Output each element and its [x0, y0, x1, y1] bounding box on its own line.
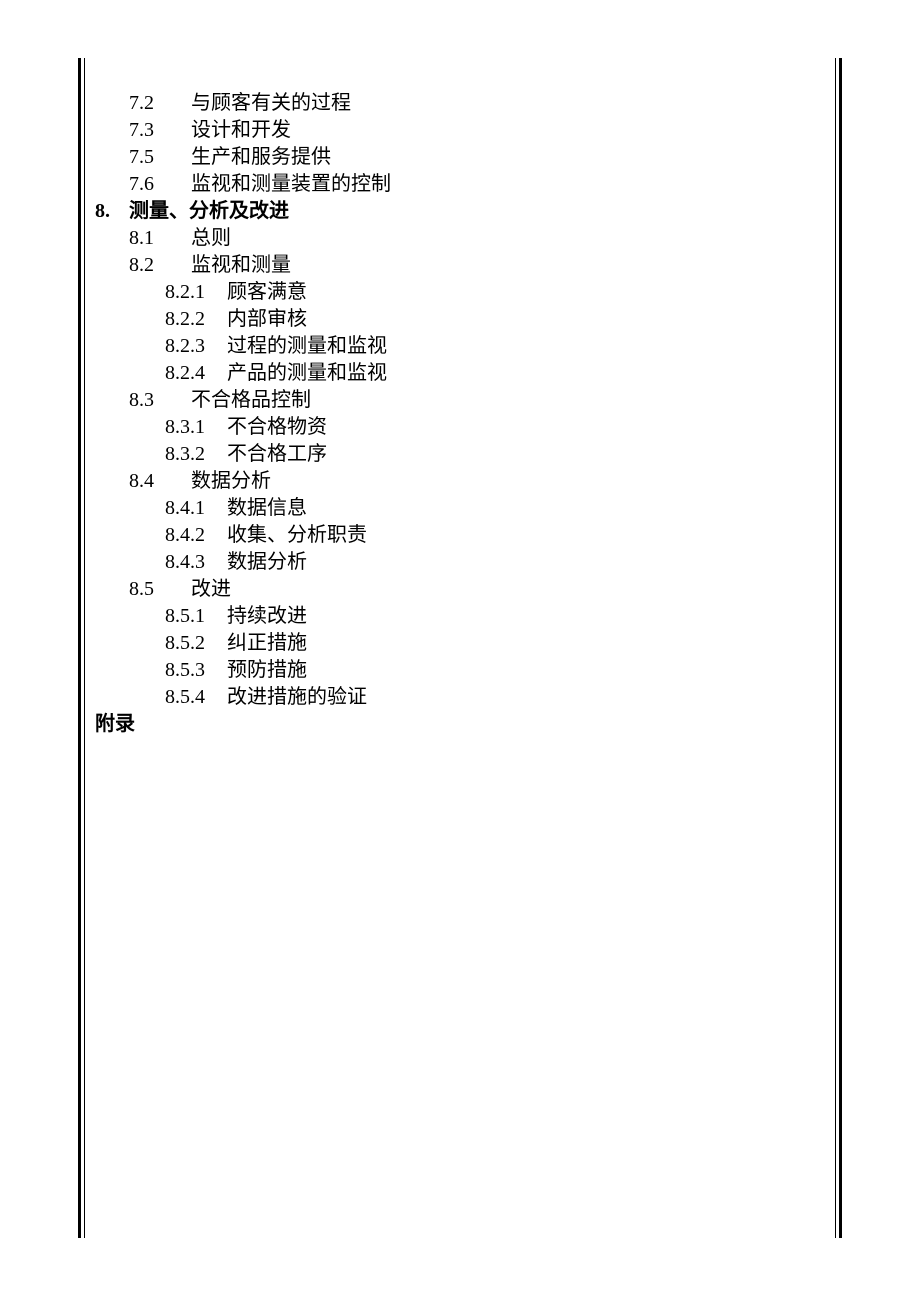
- toc-num: 8.4.1: [165, 495, 227, 522]
- toc-title: 数据分析: [227, 551, 307, 573]
- toc-subitem: 8.3.1不合格物资: [93, 414, 835, 441]
- toc-item: 8.3不合格品控制: [93, 387, 835, 414]
- toc-title: 纠正措施: [227, 632, 307, 654]
- toc-subitem: 8.5.3预防措施: [93, 657, 835, 684]
- toc-num: 7.6: [129, 171, 191, 198]
- toc-title: 附录: [95, 713, 135, 735]
- toc-num: 8.5.4: [165, 684, 227, 711]
- toc-title: 过程的测量和监视: [227, 335, 387, 357]
- toc-num: 8.4.3: [165, 549, 227, 576]
- toc-subitem: 8.2.2内部审核: [93, 306, 835, 333]
- toc-title: 不合格品控制: [191, 389, 311, 411]
- toc-subitem: 8.5.4改进措施的验证: [93, 684, 835, 711]
- toc-item: 8.5改进: [93, 576, 835, 603]
- toc-num: 8.1: [129, 225, 191, 252]
- toc-num: 8.5.2: [165, 630, 227, 657]
- toc-title: 测量、分析及改进: [129, 200, 289, 222]
- toc-num: 7.3: [129, 117, 191, 144]
- toc-title: 与顾客有关的过程: [191, 92, 351, 114]
- toc-title: 设计和开发: [191, 119, 291, 141]
- toc-item: 7.5生产和服务提供: [93, 144, 835, 171]
- toc-subitem: 8.2.4产品的测量和监视: [93, 360, 835, 387]
- toc-item: 7.2与顾客有关的过程: [93, 90, 835, 117]
- toc-subitem: 8.4.2收集、分析职责: [93, 522, 835, 549]
- toc-title: 监视和测量: [191, 254, 291, 276]
- toc-subitem: 8.2.3过程的测量和监视: [93, 333, 835, 360]
- toc-title: 监视和测量装置的控制: [191, 173, 391, 195]
- toc-title: 收集、分析职责: [227, 524, 367, 546]
- toc-num: 8.3: [129, 387, 191, 414]
- toc-item: 7.3设计和开发: [93, 117, 835, 144]
- toc-title: 内部审核: [227, 308, 307, 330]
- toc-title: 数据信息: [227, 497, 307, 519]
- toc-num: 8.5: [129, 576, 191, 603]
- toc-num: 8.2.1: [165, 279, 227, 306]
- toc-subitem: 8.3.2不合格工序: [93, 441, 835, 468]
- toc-title: 数据分析: [191, 470, 271, 492]
- toc-num: 8.: [95, 198, 129, 225]
- toc-appendix: 附录: [93, 711, 835, 738]
- toc-num: 8.3.1: [165, 414, 227, 441]
- page-border-inner: 7.2与顾客有关的过程 7.3设计和开发 7.5生产和服务提供 7.6监视和测量…: [84, 58, 836, 1238]
- toc-num: 8.2.3: [165, 333, 227, 360]
- toc-subitem: 8.5.2纠正措施: [93, 630, 835, 657]
- toc-title: 生产和服务提供: [191, 146, 331, 168]
- toc-num: 8.2: [129, 252, 191, 279]
- toc-item: 8.4数据分析: [93, 468, 835, 495]
- toc-subitem: 8.4.1数据信息: [93, 495, 835, 522]
- toc-title: 不合格物资: [227, 416, 327, 438]
- toc-num: 8.4.2: [165, 522, 227, 549]
- toc-title: 预防措施: [227, 659, 307, 681]
- toc-content: 7.2与顾客有关的过程 7.3设计和开发 7.5生产和服务提供 7.6监视和测量…: [85, 90, 835, 738]
- toc-title: 持续改进: [227, 605, 307, 627]
- toc-item: 8.2监视和测量: [93, 252, 835, 279]
- toc-num: 8.3.2: [165, 441, 227, 468]
- toc-title: 改进: [191, 578, 231, 600]
- toc-num: 8.5.3: [165, 657, 227, 684]
- toc-subitem: 8.5.1持续改进: [93, 603, 835, 630]
- toc-num: 8.2.4: [165, 360, 227, 387]
- toc-title: 顾客满意: [227, 281, 307, 303]
- toc-item: 8.1总则: [93, 225, 835, 252]
- toc-section-heading: 8.测量、分析及改进: [93, 198, 835, 225]
- toc-num: 8.4: [129, 468, 191, 495]
- toc-subitem: 8.2.1顾客满意: [93, 279, 835, 306]
- page-border-outer: 7.2与顾客有关的过程 7.3设计和开发 7.5生产和服务提供 7.6监视和测量…: [78, 58, 842, 1238]
- toc-num: 8.5.1: [165, 603, 227, 630]
- toc-title: 改进措施的验证: [227, 686, 367, 708]
- toc-title: 总则: [191, 227, 231, 249]
- toc-num: 7.5: [129, 144, 191, 171]
- toc-item: 7.6监视和测量装置的控制: [93, 171, 835, 198]
- toc-num: 8.2.2: [165, 306, 227, 333]
- toc-subitem: 8.4.3数据分析: [93, 549, 835, 576]
- toc-title: 不合格工序: [227, 443, 327, 465]
- toc-num: 7.2: [129, 90, 191, 117]
- toc-title: 产品的测量和监视: [227, 362, 387, 384]
